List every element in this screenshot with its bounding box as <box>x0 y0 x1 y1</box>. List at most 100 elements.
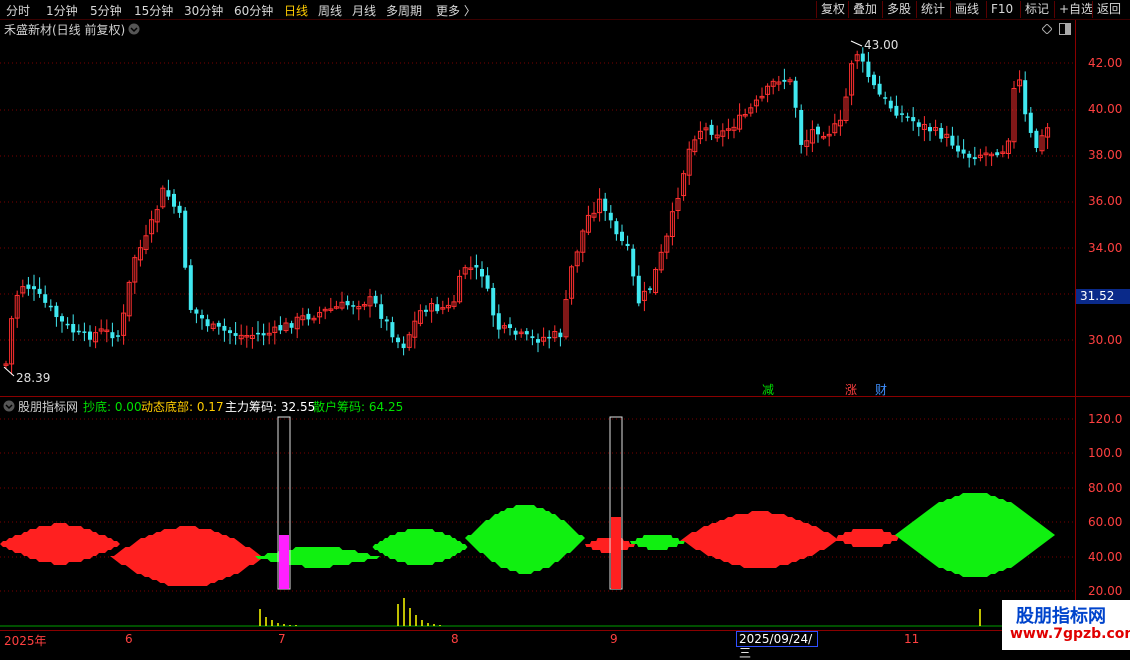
add-favorite-button[interactable]: +自选 <box>1054 1 1097 18</box>
green-band <box>370 529 470 565</box>
tab-1min[interactable]: 1分钟 <box>46 2 78 19</box>
candle-body <box>916 122 921 127</box>
candle-body <box>956 145 960 152</box>
candle-body <box>172 193 176 207</box>
candle-body <box>530 336 535 339</box>
candle-body <box>524 331 529 335</box>
ind-y-tick-label: 120.0 <box>1088 412 1123 426</box>
candle-body <box>911 117 916 122</box>
candle-body <box>491 287 496 316</box>
candle-body <box>888 100 893 109</box>
tab-multi-period[interactable]: 多周期 <box>386 2 422 19</box>
candle-body <box>866 61 871 78</box>
watermark-url: www.7gpzb.com <box>1010 626 1130 642</box>
candlesticks <box>3 47 1051 375</box>
candle-body <box>116 335 120 337</box>
tab-5min[interactable]: 5分钟 <box>90 2 122 19</box>
back-button[interactable]: 返回 <box>1092 1 1125 18</box>
candle-body <box>474 264 479 268</box>
candle-body <box>54 305 59 318</box>
candle-body <box>228 330 232 334</box>
candle-body <box>183 210 188 268</box>
candle-body <box>222 325 227 331</box>
price-chart[interactable] <box>0 38 1075 396</box>
tab-weekly[interactable]: 周线 <box>318 2 342 19</box>
candle-body <box>558 332 563 338</box>
draw-button[interactable]: 画线 <box>950 1 983 18</box>
candle-body <box>872 74 876 86</box>
candle-body <box>48 305 53 308</box>
candle-body <box>995 152 1000 156</box>
stats-button[interactable]: 统计 <box>916 1 949 18</box>
tab-monthly[interactable]: 月线 <box>352 2 376 19</box>
candle-body <box>480 269 484 277</box>
candle-body <box>614 221 619 235</box>
tab-15min[interactable]: 15分钟 <box>134 2 173 19</box>
date-label: 11 <box>904 632 920 646</box>
high-price-label: 43.00 <box>864 38 899 52</box>
signal-bar-red <box>611 517 621 589</box>
tab-fenshi[interactable]: 分时 <box>6 2 30 19</box>
period-toolbar: 分时 1分钟 5分钟 15分钟 30分钟 60分钟 日线 周线 月线 多周期 更… <box>0 0 1130 20</box>
tab-30min[interactable]: 30分钟 <box>184 2 223 19</box>
panel-toggle-icon[interactable] <box>1059 23 1071 35</box>
candle-body <box>1028 112 1033 133</box>
tab-daily[interactable]: 日线 <box>284 2 308 19</box>
candle-body <box>620 231 624 242</box>
candle-body <box>435 304 440 312</box>
selected-date: 2025/09/24/三 <box>736 631 818 660</box>
candle-body <box>65 323 70 326</box>
candle-body <box>26 284 31 289</box>
y-tick-label: 42.00 <box>1088 56 1123 70</box>
y-tick-label: 40.00 <box>1088 102 1123 116</box>
candle-body <box>485 275 490 289</box>
candle-body <box>967 153 972 158</box>
candle-body <box>508 324 512 329</box>
overlay-button[interactable]: 叠加 <box>848 1 881 18</box>
indicator-chart[interactable] <box>0 397 1075 630</box>
ind-y-tick-label: 80.00 <box>1088 481 1123 495</box>
tab-60min[interactable]: 60分钟 <box>234 2 273 19</box>
chevron-down-icon[interactable] <box>128 23 140 35</box>
red-band <box>680 511 840 568</box>
mark-button[interactable]: 标记 <box>1020 1 1053 18</box>
candle-body <box>306 313 311 320</box>
date-label: 8 <box>451 632 459 646</box>
multi-stock-button[interactable]: 多股 <box>882 1 915 18</box>
candle-body <box>1034 130 1039 148</box>
diamond-icon[interactable] <box>1042 24 1052 34</box>
red-band <box>835 529 900 547</box>
date-label: 7 <box>278 632 286 646</box>
f10-button[interactable]: F10 <box>986 1 1017 18</box>
fuquan-button[interactable]: 复权 <box>816 1 849 18</box>
candle-body <box>536 339 540 343</box>
y-tick-label: 30.00 <box>1088 333 1123 347</box>
green-band <box>895 493 1055 577</box>
candle-body <box>636 275 641 304</box>
tab-more[interactable]: 更多 〉 <box>436 2 476 19</box>
red-band <box>110 526 265 586</box>
candle-body <box>631 248 636 277</box>
candle-body <box>289 323 294 328</box>
candle-body <box>625 243 630 247</box>
candle-body <box>496 313 501 330</box>
candle-body <box>110 332 115 339</box>
candle-body <box>900 113 904 115</box>
candle-body <box>373 295 378 304</box>
candle-body <box>603 198 608 212</box>
candle-body <box>894 105 899 116</box>
candle-body <box>200 315 204 319</box>
candle-body <box>424 309 428 312</box>
candle-body <box>60 316 64 322</box>
candle-body <box>37 288 42 294</box>
chart-title-bar: 禾盛新材(日线 前复权) <box>0 20 1075 38</box>
candle-body <box>877 83 882 95</box>
candle-body <box>216 322 221 327</box>
stock-title: 禾盛新材(日线 前复权) <box>4 23 126 37</box>
candle-body <box>188 265 193 310</box>
low-price-label: 28.39 <box>16 371 51 385</box>
candle-body <box>939 127 944 139</box>
candle-body <box>547 336 552 339</box>
candle-body <box>961 149 966 154</box>
candle-body <box>1023 80 1028 115</box>
